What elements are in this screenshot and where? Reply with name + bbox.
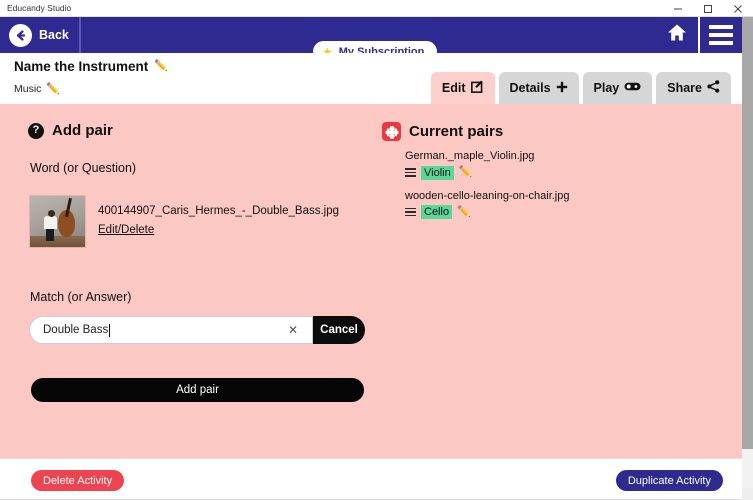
word-filename: 400144907_Caris_Hermes_-_Double_Bass.jpg [98, 205, 340, 217]
text-caret [109, 323, 111, 337]
back-label: Back [39, 28, 69, 42]
drag-handle-icon[interactable] [405, 207, 416, 217]
app-header-bar: Back ★ My Subscription [0, 17, 742, 62]
vertical-scrollbar[interactable] [742, 17, 753, 500]
current-pairs-heading: Current pairs [382, 122, 503, 141]
thumbnail-person-legs [46, 228, 54, 241]
word-value-row: 400144907_Caris_Hermes_-_Double_Bass.jpg… [29, 195, 339, 248]
pair-answer-row: Cello ✏️ [405, 205, 735, 219]
add-pair-heading-label: Add pair [52, 122, 113, 139]
activity-title-strip: Name the Instrument ✏️ Music ✏️ Edit Det… [0, 53, 742, 104]
double-bass-photo-thumbnail[interactable] [29, 195, 86, 248]
thumbnail-wall [30, 196, 85, 236]
edit-square-icon [470, 80, 484, 96]
home-icon [667, 23, 687, 47]
add-pair-button[interactable]: Add pair [31, 378, 364, 402]
tab-share[interactable]: Share [656, 72, 731, 104]
scrollbar-thumb[interactable] [742, 17, 753, 449]
current-pairs-list: German._maple_Violin.jpg Violin ✏️ woode… [405, 148, 735, 227]
tab-share-label: Share [667, 81, 702, 95]
add-pair-panel: ? Add pair Word (or Question) 400144907_… [0, 104, 375, 458]
back-button[interactable]: Back [0, 17, 81, 53]
maximize-icon[interactable] [693, 0, 723, 17]
window-controls [663, 0, 753, 17]
list-item: German._maple_Violin.jpg Violin ✏️ [405, 148, 735, 180]
drag-handle-icon[interactable] [405, 168, 416, 177]
activity-category: Music ✏️ [14, 83, 60, 95]
close-icon[interactable] [723, 0, 753, 17]
word-field-label: Word (or Question) [30, 161, 137, 175]
pencil-icon[interactable]: ✏️ [459, 167, 473, 178]
scrollbar-corner [742, 488, 753, 500]
thumbnail-floor [30, 235, 85, 247]
menu-button[interactable] [700, 17, 742, 53]
tab-details[interactable]: Details [498, 72, 579, 104]
list-item: wooden-cello-leaning-on-chair.jpg Cello … [405, 188, 735, 219]
hamburger-menu-icon [709, 25, 733, 29]
add-pair-heading: ? Add pair [28, 122, 113, 139]
hamburger-menu-icon [709, 41, 733, 45]
footer-bar: Delete Activity Duplicate Activity [0, 458, 742, 500]
edit-delete-link[interactable]: Edit/Delete [98, 224, 154, 236]
cancel-button[interactable]: Cancel [313, 316, 365, 344]
close-x-icon[interactable]: ✕ [288, 324, 302, 336]
match-input[interactable]: Double Bass ✕ [29, 316, 313, 344]
match-input-row: Double Bass ✕ Cancel [29, 316, 365, 344]
activity-category-label: Music [14, 83, 42, 95]
word-meta: 400144907_Caris_Hermes_-_Double_Bass.jpg… [98, 195, 339, 238]
pencil-icon[interactable]: ✏️ [154, 61, 168, 72]
pencil-icon[interactable]: ✏️ [457, 206, 471, 218]
os-title-bar: Educandy Studio [0, 0, 753, 17]
duplicate-activity-button[interactable]: Duplicate Activity [615, 470, 723, 491]
tab-play-label: Play [593, 81, 620, 95]
pair-answer: Cello [421, 205, 453, 219]
tab-details-label: Details [509, 81, 551, 95]
hamburger-menu-icon [709, 33, 733, 37]
delete-activity-button[interactable]: Delete Activity [31, 470, 125, 491]
tab-play[interactable]: Play [582, 72, 653, 104]
page-title: Name the Instrument ✏️ [14, 59, 168, 74]
current-pairs-heading-label: Current pairs [409, 123, 504, 140]
application-window: Educandy Studio Back ★ My Subscription N… [0, 0, 753, 500]
current-pairs-panel: Current pairs German._maple_Violin.jpg V… [375, 104, 742, 458]
match-input-value: Double Bass [43, 323, 111, 337]
match-field-label: Match (or Answer) [30, 290, 132, 304]
pair-filename: German._maple_Violin.jpg [405, 150, 535, 162]
minimize-icon[interactable] [663, 0, 693, 17]
activity-name: Name the Instrument [14, 59, 149, 74]
puzzle-piece-icon [382, 122, 401, 141]
question-mark-help-icon[interactable]: ? [28, 122, 44, 139]
gamepad-icon [624, 81, 641, 95]
app-header-actions [656, 17, 742, 53]
thumbnail-person-body [44, 216, 57, 229]
editor-body: ? Add pair Word (or Question) 400144907_… [0, 104, 742, 458]
home-button[interactable] [656, 17, 700, 53]
pair-answer-row: Violin ✏️ [405, 165, 735, 180]
thumbnail-person-head [48, 210, 55, 217]
tab-edit-label: Edit [441, 81, 466, 95]
pencil-icon[interactable]: ✏️ [46, 83, 60, 95]
share-nodes-icon [707, 80, 720, 96]
pair-filename: wooden-cello-leaning-on-chair.jpg [405, 189, 570, 202]
pair-answer: Violin [421, 165, 454, 180]
arrow-left-circle-icon [9, 23, 32, 47]
tab-bar: Edit Details Play Share [430, 72, 731, 104]
tab-edit[interactable]: Edit [430, 72, 495, 104]
plus-icon [556, 81, 568, 96]
window-title: Educandy Studio [7, 3, 72, 13]
